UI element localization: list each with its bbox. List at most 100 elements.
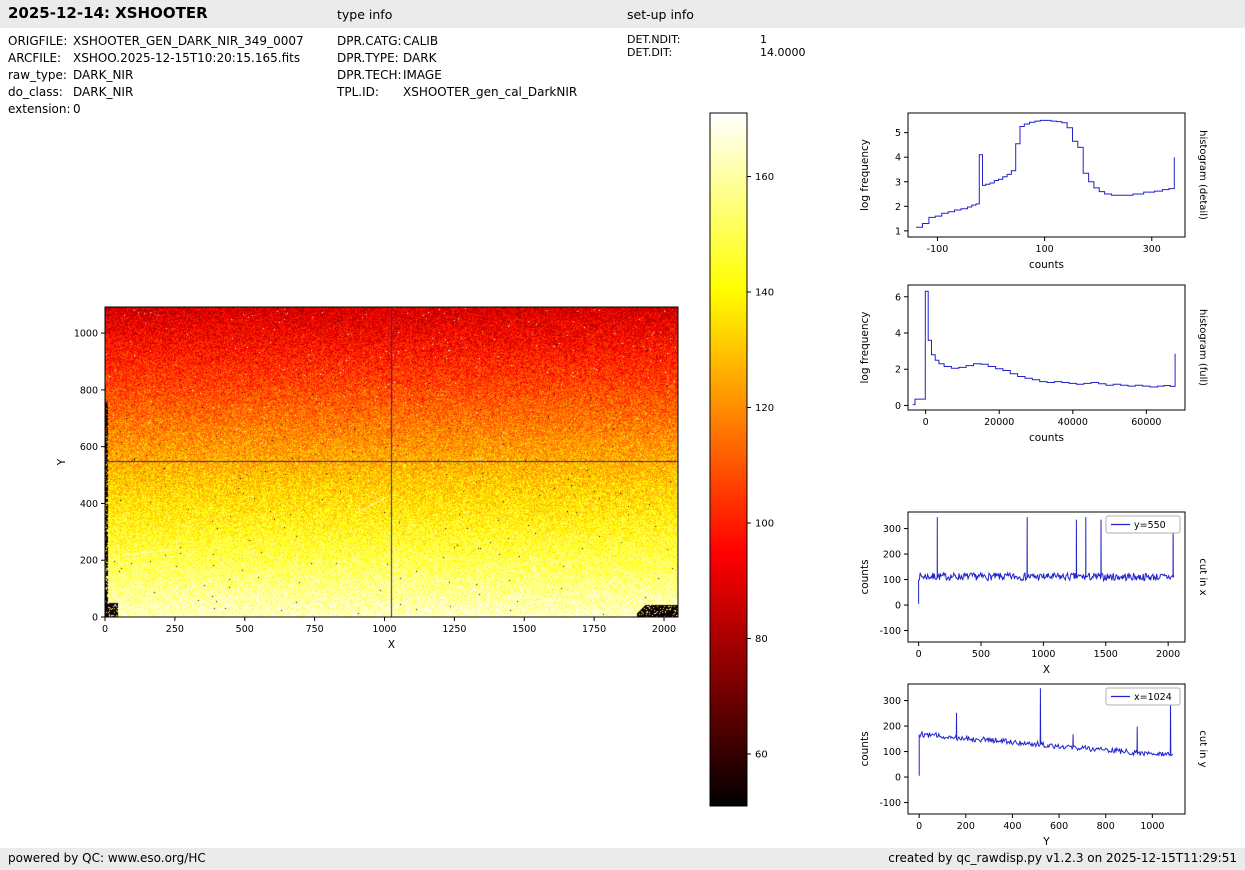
svg-text:500: 500 bbox=[972, 649, 990, 660]
svg-text:0: 0 bbox=[92, 613, 98, 624]
footer-created-by: created by qc_rawdisp.py v1.2.3 on 2025-… bbox=[888, 851, 1237, 865]
info-value: IMAGE bbox=[403, 68, 442, 82]
svg-text:500: 500 bbox=[236, 624, 254, 635]
svg-text:1750: 1750 bbox=[582, 624, 606, 635]
info-row-do-class: do_class: DARK_NIR bbox=[8, 84, 304, 101]
svg-text:0: 0 bbox=[895, 773, 901, 784]
info-label: extension: bbox=[8, 102, 71, 116]
svg-text:1250: 1250 bbox=[442, 624, 466, 635]
svg-text:-100: -100 bbox=[879, 798, 901, 809]
svg-text:60000: 60000 bbox=[1131, 417, 1161, 428]
svg-text:20000: 20000 bbox=[984, 417, 1014, 428]
svg-text:histogram (full): histogram (full) bbox=[1197, 309, 1208, 386]
info-value: XSHOOTER_GEN_DARK_NIR_349_0007 bbox=[73, 34, 304, 48]
svg-text:1000: 1000 bbox=[1140, 821, 1164, 832]
svg-text:600: 600 bbox=[80, 442, 98, 453]
svg-text:80: 80 bbox=[755, 634, 768, 645]
info-row-tpl-id: TPL.ID: XSHOOTER_gen_cal_DarkNIR bbox=[337, 84, 577, 101]
cut-in-y-plot: 0 200 400 600 800 1000 -100 0 100 200 300 Ycounts cu… bbox=[859, 683, 1208, 848]
header-bar: 2025-12-14: XSHOOTER type info set-up in… bbox=[0, 0, 1245, 28]
svg-text:0: 0 bbox=[102, 624, 108, 635]
info-value: XSHOO.2025-12-15T10:20:15.165.fits bbox=[73, 51, 301, 65]
info-value: XSHOOTER_gen_cal_DarkNIR bbox=[403, 85, 578, 99]
svg-text:cut in x: cut in x bbox=[1197, 558, 1208, 595]
svg-text:800: 800 bbox=[1097, 821, 1115, 832]
page-title: 2025-12-14: XSHOOTER bbox=[8, 4, 208, 22]
svg-text:1500: 1500 bbox=[512, 624, 536, 635]
svg-text:2: 2 bbox=[895, 365, 901, 376]
svg-text:0: 0 bbox=[916, 649, 922, 660]
svg-text:200: 200 bbox=[883, 550, 901, 561]
svg-text:4: 4 bbox=[895, 153, 901, 164]
svg-text:2000: 2000 bbox=[652, 624, 676, 635]
svg-text:log frequency: log frequency bbox=[859, 139, 871, 211]
svg-text:140: 140 bbox=[755, 288, 774, 299]
svg-text:cut in y: cut in y bbox=[1197, 730, 1208, 767]
svg-text:Y: Y bbox=[56, 458, 68, 466]
info-row-arcfile: ARCFILE: XSHOO.2025-12-15T10:20:15.165.fi… bbox=[8, 50, 304, 67]
histogram-detail-plot: -100 100 300 1 2 3 4 5 counts log frequency histog… bbox=[859, 112, 1208, 271]
svg-text:0: 0 bbox=[895, 601, 901, 612]
svg-text:Y: Y bbox=[1042, 836, 1050, 848]
type-info-heading: type info bbox=[337, 7, 393, 22]
info-row-origfile: ORIGFILE: XSHOOTER_GEN_DARK_NIR_349_0007 bbox=[8, 33, 304, 50]
info-value: 1 bbox=[760, 33, 767, 46]
svg-text:800: 800 bbox=[80, 385, 98, 396]
svg-text:5: 5 bbox=[895, 128, 901, 139]
footer-powered-by: powered by QC: www.eso.org/HC bbox=[8, 851, 206, 865]
svg-text:0: 0 bbox=[916, 821, 922, 832]
info-row-det-ndit: DET.NDIT: 1 bbox=[627, 33, 806, 46]
setup-info-heading: set-up info bbox=[627, 7, 694, 22]
svg-text:1000: 1000 bbox=[372, 624, 396, 635]
svg-text:0: 0 bbox=[895, 401, 901, 412]
info-value: 14.0000 bbox=[760, 46, 806, 59]
svg-text:counts: counts bbox=[859, 731, 871, 766]
svg-text:100: 100 bbox=[883, 575, 901, 586]
qc-report-page: 2025-12-14: XSHOOTER type info set-up in… bbox=[0, 0, 1245, 870]
svg-text:3: 3 bbox=[895, 177, 901, 188]
svg-text:200: 200 bbox=[883, 722, 901, 733]
info-value: DARK bbox=[403, 51, 437, 65]
svg-text:1500: 1500 bbox=[1094, 649, 1118, 660]
svg-text:100: 100 bbox=[755, 519, 774, 530]
svg-text:6: 6 bbox=[895, 292, 901, 303]
info-label: do_class: bbox=[8, 85, 63, 99]
svg-text:300: 300 bbox=[1143, 244, 1161, 255]
svg-text:0: 0 bbox=[923, 417, 929, 428]
svg-text:4: 4 bbox=[895, 329, 901, 340]
svg-text:60: 60 bbox=[755, 750, 768, 761]
svg-text:histogram (detail): histogram (detail) bbox=[1197, 130, 1208, 220]
histogram-full-plot: 0 20000 40000 60000 0 2 4 6 counts log frequency h… bbox=[859, 284, 1208, 444]
svg-text:400: 400 bbox=[1003, 821, 1021, 832]
svg-text:2000: 2000 bbox=[1156, 649, 1180, 660]
info-label: ORIGFILE: bbox=[8, 34, 68, 48]
info-label: ARCFILE: bbox=[8, 51, 62, 65]
svg-text:100: 100 bbox=[883, 747, 901, 758]
svg-text:300: 300 bbox=[883, 696, 901, 707]
info-value: DARK_NIR bbox=[73, 85, 134, 99]
svg-text:1000: 1000 bbox=[1031, 649, 1055, 660]
info-value: 0 bbox=[73, 102, 81, 116]
setup-info-block: DET.NDIT: 1 DET.DIT: 14.0000 bbox=[627, 33, 806, 59]
svg-text:2: 2 bbox=[895, 202, 901, 213]
type-info-block: DPR.CATG: CALIB DPR.TYPE: DARK DPR.TECH: IM… bbox=[337, 33, 577, 101]
footer-bar: powered by QC: www.eso.org/HC created by… bbox=[0, 848, 1245, 870]
svg-text:-100: -100 bbox=[927, 244, 949, 255]
cut-in-x-plot: 0 500 1000 1500 2000-1000100200300Xcounts cut… bbox=[859, 511, 1208, 676]
file-info-block: ORIGFILE: XSHOOTER_GEN_DARK_NIR_349_0007 … bbox=[8, 33, 304, 118]
svg-text:120: 120 bbox=[755, 403, 774, 414]
info-label: DPR.TYPE: bbox=[337, 51, 399, 65]
svg-text:250: 250 bbox=[166, 624, 184, 635]
svg-text:400: 400 bbox=[80, 499, 98, 510]
info-label: DET.DIT: bbox=[627, 46, 673, 59]
svg-text:1000: 1000 bbox=[74, 329, 98, 340]
svg-text:X: X bbox=[388, 639, 395, 651]
info-row-raw-type: raw_type: DARK_NIR bbox=[8, 67, 304, 84]
info-value: DARK_NIR bbox=[73, 68, 134, 82]
svg-text:log frequency: log frequency bbox=[859, 311, 871, 383]
info-label: raw_type: bbox=[8, 68, 67, 82]
svg-text:160: 160 bbox=[755, 172, 774, 183]
svg-text:-100: -100 bbox=[879, 626, 901, 637]
svg-text:counts: counts bbox=[1029, 259, 1064, 271]
info-label: TPL.ID: bbox=[337, 85, 379, 99]
